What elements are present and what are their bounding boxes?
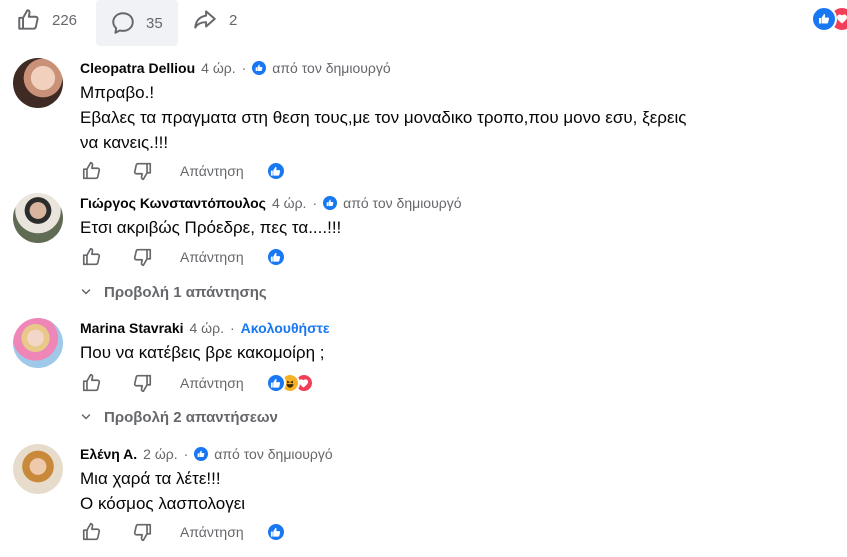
comment-time[interactable]: 4 ώρ. [272, 195, 306, 211]
thumbs-down-icon[interactable] [130, 520, 154, 544]
reply-button[interactable]: Απάντηση [180, 375, 244, 391]
badge-label: από τον δημιουργό [272, 60, 391, 76]
thumbs-up-icon [18, 9, 39, 30]
comment-actions: Απάντηση [80, 245, 286, 269]
comment-button[interactable]: 35 [96, 0, 178, 46]
separator-dot: · [229, 320, 235, 336]
comment-meta: Marina Stavraki 4 ώρ. · Ακολουθήστε [80, 318, 330, 338]
comment-meta: Ελένη Α. 2 ώρ. · από τον δημιουργό [80, 444, 333, 464]
comment-line: Ο κόσμος λασπολογει [80, 494, 246, 513]
comment-text: Μπραβο.! Εβαλες τα πραγματα στη θεση του… [80, 80, 780, 155]
comment-text: Ετσι ακριβώς Πρόεδρε, πες τα....!!! [80, 215, 780, 240]
comment-time[interactable]: 4 ώρ. [201, 60, 235, 76]
like-badge-icon [194, 447, 209, 461]
share-arrow-icon [194, 10, 216, 29]
comment-author[interactable]: Marina Stavraki [80, 320, 184, 336]
comment-line: να κανεις.!!! [80, 133, 169, 152]
follow-button[interactable]: Ακολουθήστε [241, 320, 330, 336]
thumbs-up-icon[interactable] [80, 520, 104, 544]
like-badge-icon [252, 61, 267, 75]
like-icon [265, 373, 286, 393]
thumbs-down-icon[interactable] [130, 245, 154, 269]
thumbs-up-icon[interactable] [80, 371, 104, 395]
comment-reactions[interactable] [265, 373, 314, 393]
share-count: 2 [229, 11, 238, 29]
comment-author[interactable]: Cleopatra Delliou [80, 60, 195, 76]
avatar[interactable] [13, 444, 63, 494]
reply-button[interactable]: Απάντηση [180, 524, 244, 540]
comment-author[interactable]: Ελένη Α. [80, 446, 137, 462]
reply-button[interactable]: Απάντηση [180, 249, 244, 265]
comment-line: Που να κατέβεις βρε κακομοίρη ; [80, 343, 325, 362]
comment-reactions[interactable] [265, 161, 286, 181]
badge-label: από τον δημιουργό [214, 446, 333, 462]
chevron-down-icon [81, 289, 91, 295]
thumbs-down-icon[interactable] [130, 371, 154, 395]
comment-actions: Απάντηση [80, 371, 314, 395]
avatar[interactable] [13, 193, 63, 243]
comment-line: Εβαλες τα πραγματα στη θεση τους,με τον … [80, 108, 687, 127]
thumbs-down-icon[interactable] [130, 159, 154, 183]
reply-button[interactable]: Απάντηση [180, 163, 244, 179]
comment-actions: Απάντηση [80, 520, 286, 544]
comment-time[interactable]: 2 ώρ. [143, 446, 177, 462]
thumbs-up-icon[interactable] [80, 245, 104, 269]
like-icon [265, 161, 286, 181]
comment-count: 35 [146, 14, 163, 32]
comment-author[interactable]: Γιώργος Κωνσταντόπουλος [80, 195, 266, 211]
post-action-bar: 226 35 2 [0, 0, 847, 46]
view-replies-label: Προβολή 2 απαντήσεων [104, 408, 278, 426]
like-button[interactable]: 226 [16, 0, 77, 40]
comment-line: Μια χαρά τα λέτε!!! [80, 469, 221, 488]
author-badge: από τον δημιουργό [194, 446, 333, 462]
separator-dot: · [241, 60, 247, 76]
author-badge: από τον δημιουργό [323, 195, 462, 211]
author-badge: από τον δημιουργό [252, 60, 391, 76]
comment-text: Μια χαρά τα λέτε!!! Ο κόσμος λασπολογει [80, 466, 780, 516]
comment-line: Μπραβο.! [80, 83, 155, 102]
badge-label: από τον δημιουργό [343, 195, 462, 211]
comment-reactions[interactable] [265, 522, 286, 542]
comment-text: Που να κατέβεις βρε κακομοίρη ; [80, 340, 780, 365]
like-reaction-icon [811, 6, 837, 32]
comment-bubble-icon [112, 12, 134, 34]
like-icon [265, 247, 286, 267]
like-icon [265, 522, 286, 542]
view-replies-button[interactable]: Προβολή 2 απαντήσεων [80, 407, 278, 427]
view-replies-label: Προβολή 1 απάντησης [104, 283, 267, 301]
view-replies-button[interactable]: Προβολή 1 απάντησης [80, 282, 267, 302]
comment-reactions[interactable] [265, 247, 286, 267]
comment-time[interactable]: 4 ώρ. [190, 320, 224, 336]
avatar[interactable] [13, 58, 63, 108]
post-reactions[interactable] [811, 6, 847, 32]
comment-meta: Cleopatra Delliou 4 ώρ. · από τον δημιου… [80, 58, 391, 78]
like-count: 226 [52, 11, 78, 29]
separator-dot: · [312, 195, 318, 211]
avatar[interactable] [13, 318, 63, 368]
separator-dot: · [183, 446, 189, 462]
comment-actions: Απάντηση [80, 159, 286, 183]
chevron-down-icon [81, 414, 91, 420]
share-button[interactable]: 2 [191, 0, 237, 40]
thumbs-up-icon[interactable] [80, 159, 104, 183]
like-badge-icon [323, 196, 338, 210]
comment-meta: Γιώργος Κωνσταντόπουλος 4 ώρ. · από τον … [80, 193, 462, 213]
comment-line: Ετσι ακριβώς Πρόεδρε, πες τα....!!! [80, 218, 342, 237]
